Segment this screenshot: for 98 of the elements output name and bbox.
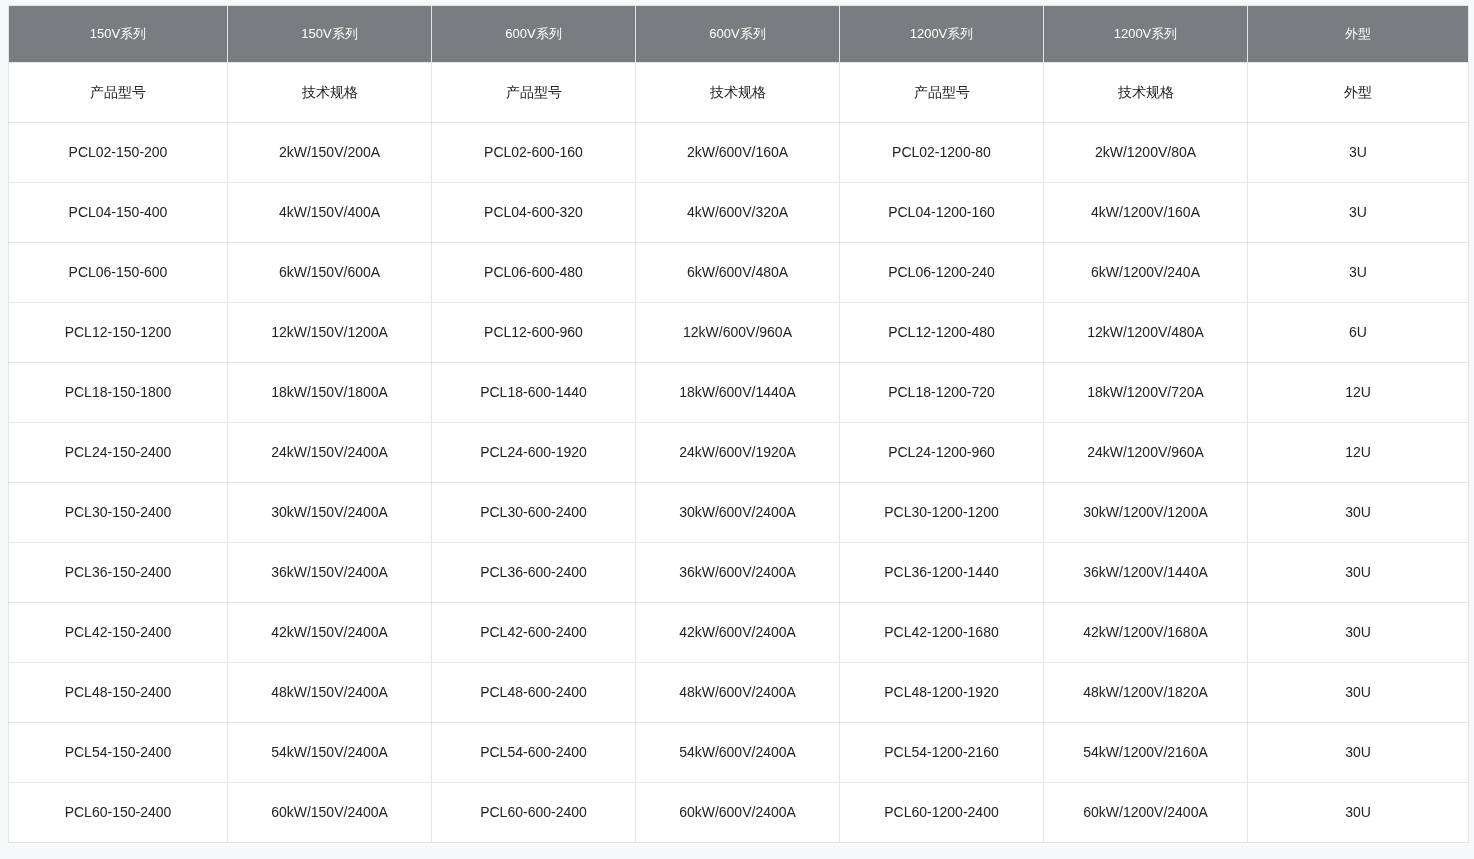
table-cell: PCL60-150-2400 <box>8 782 228 843</box>
table-cell: 24kW/1200V/960A <box>1043 422 1248 483</box>
table-cell: 12kW/1200V/480A <box>1043 302 1248 363</box>
table-cell: 3U <box>1247 242 1469 303</box>
table-cell: 2kW/1200V/80A <box>1043 122 1248 183</box>
table-cell: 30U <box>1247 782 1469 843</box>
column-header: 150V系列 <box>8 5 228 63</box>
table-cell: 30kW/150V/2400A <box>227 482 432 543</box>
table-cell: 6kW/1200V/240A <box>1043 242 1248 303</box>
table-cell: PCL04-600-320 <box>431 182 636 243</box>
table-cell: PCL12-150-1200 <box>8 302 228 363</box>
table-cell: 12kW/150V/1200A <box>227 302 432 363</box>
table-cell: PCL54-1200-2160 <box>839 722 1044 783</box>
subheader-cell: 技术规格 <box>635 62 840 123</box>
subheader-cell: 产品型号 <box>431 62 636 123</box>
table-cell: PCL54-150-2400 <box>8 722 228 783</box>
table-cell: 30U <box>1247 542 1469 603</box>
table-cell: 30U <box>1247 722 1469 783</box>
table-cell: 4kW/1200V/160A <box>1043 182 1248 243</box>
column-header: 600V系列 <box>635 5 840 63</box>
table-cell: 30U <box>1247 482 1469 543</box>
table-cell: PCL06-150-600 <box>8 242 228 303</box>
table-cell: 4kW/600V/320A <box>635 182 840 243</box>
table-cell: PCL12-1200-480 <box>839 302 1044 363</box>
subheader-cell: 外型 <box>1247 62 1469 123</box>
table-cell: 6U <box>1247 302 1469 363</box>
table-cell: PCL04-150-400 <box>8 182 228 243</box>
subheader-cell: 产品型号 <box>8 62 228 123</box>
table-cell: 42kW/1200V/1680A <box>1043 602 1248 663</box>
column-header: 600V系列 <box>431 5 636 63</box>
table-cell: 3U <box>1247 122 1469 183</box>
table-cell: 18kW/600V/1440A <box>635 362 840 423</box>
table-cell: PCL48-600-2400 <box>431 662 636 723</box>
table-cell: PCL48-150-2400 <box>8 662 228 723</box>
table-cell: PCL02-1200-80 <box>839 122 1044 183</box>
subheader-cell: 产品型号 <box>839 62 1044 123</box>
table-cell: 36kW/600V/2400A <box>635 542 840 603</box>
table-cell: PCL42-1200-1680 <box>839 602 1044 663</box>
subheader-cell: 技术规格 <box>1043 62 1248 123</box>
table-cell: 42kW/600V/2400A <box>635 602 840 663</box>
table-cell: PCL42-600-2400 <box>431 602 636 663</box>
table-cell: PCL06-1200-240 <box>839 242 1044 303</box>
table-cell: 48kW/1200V/1820A <box>1043 662 1248 723</box>
table-cell: 24kW/600V/1920A <box>635 422 840 483</box>
table-cell: PCL30-600-2400 <box>431 482 636 543</box>
table-cell: 4kW/150V/400A <box>227 182 432 243</box>
table-cell: 36kW/150V/2400A <box>227 542 432 603</box>
table-cell: 54kW/1200V/2160A <box>1043 722 1248 783</box>
table-cell: 12kW/600V/960A <box>635 302 840 363</box>
table-cell: PCL02-600-160 <box>431 122 636 183</box>
table-cell: 30U <box>1247 662 1469 723</box>
table-cell: 54kW/600V/2400A <box>635 722 840 783</box>
table-cell: 6kW/150V/600A <box>227 242 432 303</box>
table-cell: PCL36-150-2400 <box>8 542 228 603</box>
table-cell: PCL24-600-1920 <box>431 422 636 483</box>
table-cell: 24kW/150V/2400A <box>227 422 432 483</box>
table-cell: PCL54-600-2400 <box>431 722 636 783</box>
column-header: 1200V系列 <box>839 5 1044 63</box>
table-cell: 12U <box>1247 422 1469 483</box>
table-cell: 18kW/150V/1800A <box>227 362 432 423</box>
table-cell: PCL18-150-1800 <box>8 362 228 423</box>
table-cell: 2kW/150V/200A <box>227 122 432 183</box>
table-cell: 30U <box>1247 602 1469 663</box>
table-cell: 18kW/1200V/720A <box>1043 362 1248 423</box>
table-cell: PCL48-1200-1920 <box>839 662 1044 723</box>
table-cell: 60kW/1200V/2400A <box>1043 782 1248 843</box>
table-cell: PCL24-1200-960 <box>839 422 1044 483</box>
table-cell: 2kW/600V/160A <box>635 122 840 183</box>
table-cell: PCL30-1200-1200 <box>839 482 1044 543</box>
table-cell: 60kW/150V/2400A <box>227 782 432 843</box>
subheader-cell: 技术规格 <box>227 62 432 123</box>
table-cell: 54kW/150V/2400A <box>227 722 432 783</box>
table-cell: 3U <box>1247 182 1469 243</box>
table-cell: PCL02-150-200 <box>8 122 228 183</box>
table-cell: PCL12-600-960 <box>431 302 636 363</box>
table-cell: PCL36-600-2400 <box>431 542 636 603</box>
table-cell: 42kW/150V/2400A <box>227 602 432 663</box>
table-cell: PCL24-150-2400 <box>8 422 228 483</box>
table-cell: PCL60-600-2400 <box>431 782 636 843</box>
table-cell: PCL42-150-2400 <box>8 602 228 663</box>
table-cell: PCL04-1200-160 <box>839 182 1044 243</box>
table-cell: 12U <box>1247 362 1469 423</box>
table-cell: PCL18-1200-720 <box>839 362 1044 423</box>
table-cell: PCL18-600-1440 <box>431 362 636 423</box>
table-cell: 60kW/600V/2400A <box>635 782 840 843</box>
column-header: 外型 <box>1247 5 1469 63</box>
table-cell: 48kW/600V/2400A <box>635 662 840 723</box>
table-cell: 30kW/600V/2400A <box>635 482 840 543</box>
table-cell: 48kW/150V/2400A <box>227 662 432 723</box>
table-cell: PCL60-1200-2400 <box>839 782 1044 843</box>
table-cell: PCL06-600-480 <box>431 242 636 303</box>
column-header: 150V系列 <box>227 5 432 63</box>
table-cell: 6kW/600V/480A <box>635 242 840 303</box>
table-cell: 30kW/1200V/1200A <box>1043 482 1248 543</box>
column-header: 1200V系列 <box>1043 5 1248 63</box>
table-cell: 36kW/1200V/1440A <box>1043 542 1248 603</box>
table-cell: PCL30-150-2400 <box>8 482 228 543</box>
table-cell: PCL36-1200-1440 <box>839 542 1044 603</box>
